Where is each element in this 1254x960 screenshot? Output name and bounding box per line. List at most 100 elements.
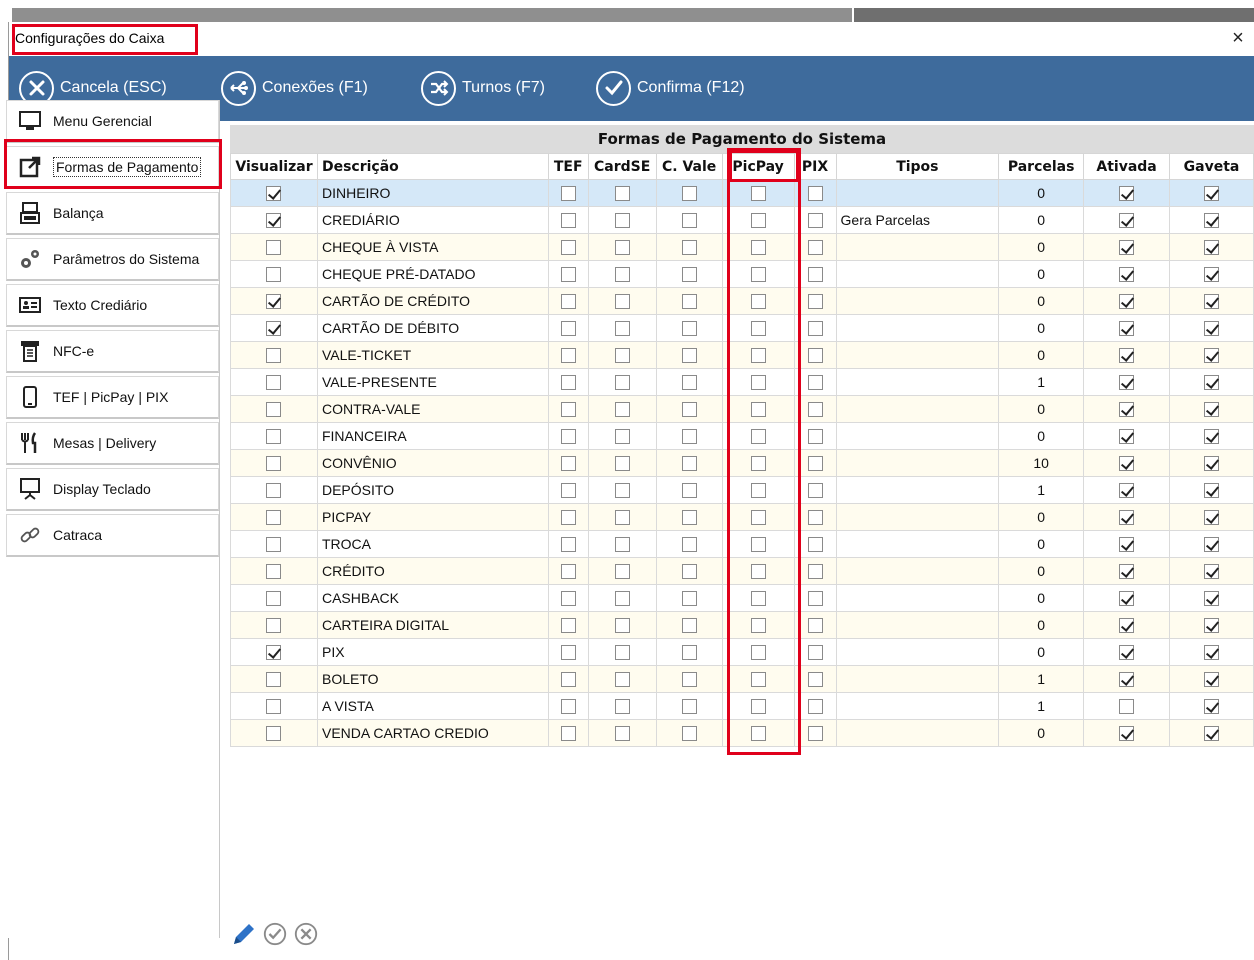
visualizar-checkbox[interactable] xyxy=(266,240,282,256)
confirm-check-icon[interactable] xyxy=(261,920,289,948)
cardse-checkbox[interactable] xyxy=(614,186,630,202)
c-vale-checkbox[interactable] xyxy=(681,591,697,607)
tef-checkbox[interactable] xyxy=(560,699,576,715)
gaveta-checkbox[interactable] xyxy=(1204,429,1220,445)
ativada-checkbox[interactable] xyxy=(1119,240,1135,256)
visualizar-checkbox[interactable] xyxy=(266,429,282,445)
ativada-checkbox[interactable] xyxy=(1119,699,1135,715)
pix-checkbox[interactable] xyxy=(807,564,823,580)
cardse-checkbox[interactable] xyxy=(614,456,630,472)
ativada-checkbox[interactable] xyxy=(1119,483,1135,499)
cardse-checkbox[interactable] xyxy=(614,402,630,418)
ativada-checkbox[interactable] xyxy=(1119,402,1135,418)
pix-checkbox[interactable] xyxy=(807,591,823,607)
ativada-checkbox[interactable] xyxy=(1119,726,1135,742)
col-gaveta[interactable]: Gaveta xyxy=(1169,153,1254,180)
visualizar-checkbox[interactable] xyxy=(266,672,282,688)
sidebar-item-display-teclado[interactable]: Display Teclado xyxy=(6,468,219,511)
gaveta-checkbox[interactable] xyxy=(1204,213,1220,229)
pix-checkbox[interactable] xyxy=(807,213,823,229)
c-vale-checkbox[interactable] xyxy=(681,672,697,688)
gaveta-checkbox[interactable] xyxy=(1204,375,1220,391)
ativada-checkbox[interactable] xyxy=(1119,186,1135,202)
pix-checkbox[interactable] xyxy=(807,186,823,202)
tef-checkbox[interactable] xyxy=(560,618,576,634)
tef-checkbox[interactable] xyxy=(560,537,576,553)
c-vale-checkbox[interactable] xyxy=(681,699,697,715)
cardse-checkbox[interactable] xyxy=(614,294,630,310)
c-vale-checkbox[interactable] xyxy=(681,429,697,445)
visualizar-checkbox[interactable] xyxy=(266,591,282,607)
pix-checkbox[interactable] xyxy=(807,537,823,553)
ativada-checkbox[interactable] xyxy=(1119,591,1135,607)
tef-checkbox[interactable] xyxy=(560,510,576,526)
edit-pencil-icon[interactable] xyxy=(230,920,258,948)
gaveta-checkbox[interactable] xyxy=(1204,645,1220,661)
cardse-checkbox[interactable] xyxy=(614,618,630,634)
visualizar-checkbox[interactable] xyxy=(266,402,282,418)
col-ativada[interactable]: Ativada xyxy=(1083,153,1171,180)
col-tipos[interactable]: Tipos xyxy=(835,153,1000,180)
pix-checkbox[interactable] xyxy=(807,348,823,364)
sidebar-item-catraca[interactable]: Catraca xyxy=(6,514,219,557)
pix-checkbox[interactable] xyxy=(807,510,823,526)
c-vale-checkbox[interactable] xyxy=(681,240,697,256)
visualizar-checkbox[interactable] xyxy=(266,348,282,364)
tef-checkbox[interactable] xyxy=(560,726,576,742)
shifts-button[interactable]: Turnos (F7) xyxy=(421,70,545,106)
tef-checkbox[interactable] xyxy=(560,672,576,688)
tef-checkbox[interactable] xyxy=(560,591,576,607)
c-vale-checkbox[interactable] xyxy=(681,186,697,202)
tef-checkbox[interactable] xyxy=(560,429,576,445)
gaveta-checkbox[interactable] xyxy=(1204,672,1220,688)
tef-checkbox[interactable] xyxy=(560,321,576,337)
close-icon[interactable]: × xyxy=(1225,25,1251,51)
tef-checkbox[interactable] xyxy=(560,240,576,256)
c-vale-checkbox[interactable] xyxy=(681,321,697,337)
visualizar-checkbox[interactable] xyxy=(266,510,282,526)
pix-checkbox[interactable] xyxy=(807,483,823,499)
visualizar-checkbox[interactable] xyxy=(266,645,282,661)
gaveta-checkbox[interactable] xyxy=(1204,456,1220,472)
c-vale-checkbox[interactable] xyxy=(681,348,697,364)
c-vale-checkbox[interactable] xyxy=(681,645,697,661)
c-vale-checkbox[interactable] xyxy=(681,213,697,229)
visualizar-checkbox[interactable] xyxy=(266,618,282,634)
c-vale-checkbox[interactable] xyxy=(681,294,697,310)
tef-checkbox[interactable] xyxy=(560,348,576,364)
col-visualizar[interactable]: Visualizar xyxy=(230,153,318,180)
sidebar-item-texto-crediario[interactable]: Texto Crediário xyxy=(6,284,219,327)
c-vale-checkbox[interactable] xyxy=(681,402,697,418)
col-c-vale[interactable]: C. Vale xyxy=(655,153,723,180)
cardse-checkbox[interactable] xyxy=(614,267,630,283)
sidebar-item-menu-gerencial[interactable]: Menu Gerencial xyxy=(6,100,219,143)
visualizar-checkbox[interactable] xyxy=(266,321,282,337)
pix-checkbox[interactable] xyxy=(807,321,823,337)
gaveta-checkbox[interactable] xyxy=(1204,618,1220,634)
visualizar-checkbox[interactable] xyxy=(266,537,282,553)
tef-checkbox[interactable] xyxy=(560,186,576,202)
ativada-checkbox[interactable] xyxy=(1119,456,1135,472)
ativada-checkbox[interactable] xyxy=(1119,213,1135,229)
cardse-checkbox[interactable] xyxy=(614,429,630,445)
pix-checkbox[interactable] xyxy=(807,699,823,715)
cardse-checkbox[interactable] xyxy=(614,564,630,580)
cardse-checkbox[interactable] xyxy=(614,321,630,337)
tef-checkbox[interactable] xyxy=(560,564,576,580)
gaveta-checkbox[interactable] xyxy=(1204,483,1220,499)
tef-checkbox[interactable] xyxy=(560,483,576,499)
tef-checkbox[interactable] xyxy=(560,213,576,229)
ativada-checkbox[interactable] xyxy=(1119,672,1135,688)
tef-checkbox[interactable] xyxy=(560,402,576,418)
visualizar-checkbox[interactable] xyxy=(266,564,282,580)
tef-checkbox[interactable] xyxy=(560,375,576,391)
gaveta-checkbox[interactable] xyxy=(1204,321,1220,337)
gaveta-checkbox[interactable] xyxy=(1204,267,1220,283)
pix-checkbox[interactable] xyxy=(807,456,823,472)
pix-checkbox[interactable] xyxy=(807,240,823,256)
connections-button[interactable]: Conexões (F1) xyxy=(221,70,368,106)
sidebar-item-nfc-e[interactable]: NFC-e xyxy=(6,330,219,373)
gaveta-checkbox[interactable] xyxy=(1204,240,1220,256)
pix-checkbox[interactable] xyxy=(807,294,823,310)
c-vale-checkbox[interactable] xyxy=(681,456,697,472)
